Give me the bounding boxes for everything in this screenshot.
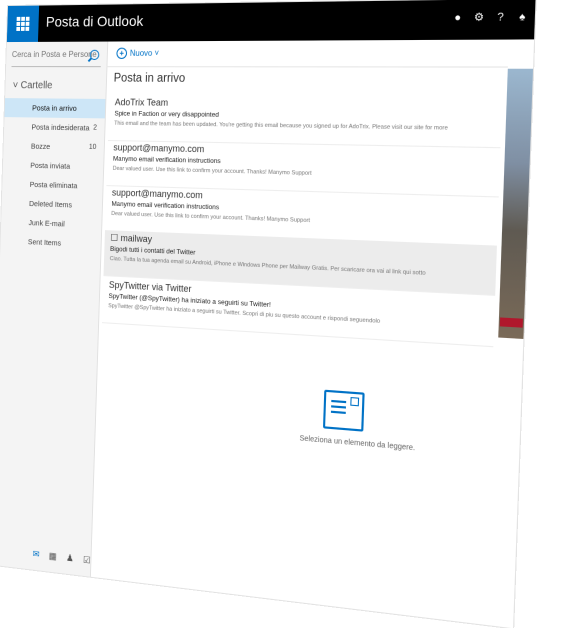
empty-reading-text: Seleziona un elemento da leggere. — [299, 435, 416, 453]
top-bar: Posta di Outlook ● ⚙ ? ♠ — [6, 0, 536, 43]
list-title: Posta in arrivo — [113, 72, 186, 86]
top-icons: ● ⚙ ? ♠ — [452, 11, 528, 24]
message-sender: SpyTwitter via Twitter — [108, 279, 192, 295]
ad-badge — [499, 317, 523, 328]
message-subject: Bigodi tutti i contatti del Twitter — [109, 245, 196, 257]
message-subject: Manymo email verification instructions — [112, 155, 221, 166]
message-subject: Manymo email verification instructions — [111, 200, 220, 212]
unread-count: 2 — [93, 124, 98, 132]
new-message-button[interactable]: + Nuovo ˅ — [116, 47, 159, 59]
search-placeholder: Cerca in Posta e Persone — [11, 49, 97, 60]
folder-list: Posta in arrivo Posta indesiderata 2 Bozz… — [0, 98, 106, 255]
message-sender: support@manymo.com — [113, 142, 205, 155]
checkbox[interactable]: ☐ — [110, 232, 120, 243]
message-sender: support@manymo.com — [111, 187, 203, 201]
empty-reading-icon — [322, 389, 365, 432]
chevron-down-icon[interactable]: ˅ — [154, 49, 159, 58]
outlook-window: Posta di Outlook ● ⚙ ? ♠ Cerca in Posta … — [0, 0, 536, 628]
folders-heading[interactable]: ˅ Cartelle — [13, 80, 53, 91]
help-icon[interactable]: ? — [495, 12, 507, 24]
message-sender: AdoTrix Team — [114, 96, 169, 108]
message-preview: This email and the team has been updated… — [114, 120, 449, 132]
people-icon[interactable]: ♟ — [66, 552, 74, 564]
folder-junk[interactable]: Posta indesiderata 2 — [4, 117, 105, 138]
search-input[interactable]: Cerca in Posta e Persone — [11, 49, 102, 68]
plus-icon: + — [116, 47, 128, 59]
module-switcher: ✉ ▦ ♟ ☑ — [32, 549, 91, 567]
unread-count: 10 — [88, 143, 97, 152]
app-title: Posta di Outlook — [45, 12, 144, 30]
folder-sent-items[interactable]: Sent Items — [0, 231, 101, 255]
command-bar: + Nuovo ˅ — [106, 39, 509, 68]
app-launcher-icon[interactable] — [6, 5, 40, 43]
message-preview: Ciao. Tutta la tua agenda email su Andro… — [109, 255, 426, 277]
message-preview: Dear valued user. Use this link to confi… — [112, 165, 312, 178]
chevron-down-icon: ˅ — [12, 80, 19, 92]
message-preview: SpyTwitter @SpyTwitter ha iniziato a seg… — [108, 303, 381, 326]
message-sender: ☐ mailway — [110, 232, 153, 245]
message-subject: Spice in Faction or very disappointed — [114, 110, 220, 119]
mail-icon[interactable]: ✉ — [32, 549, 40, 561]
notifications-icon[interactable]: ● — [452, 12, 464, 24]
folder-inbox[interactable]: Posta in arrivo — [4, 98, 106, 119]
settings-icon[interactable]: ⚙ — [473, 12, 485, 24]
folder-drafts[interactable]: Bozze 10 — [3, 136, 104, 157]
search-icon[interactable] — [89, 49, 100, 61]
message-preview: Dear valued user. Use this link to confi… — [111, 210, 311, 225]
account-icon[interactable]: ♠ — [516, 11, 528, 23]
message-list: Posta in arrivo AdoTrix Team Spice in Fa… — [98, 66, 508, 357]
reading-pane: Seleziona un elemento da leggere. — [90, 332, 498, 625]
calendar-icon[interactable]: ▦ — [49, 550, 57, 562]
